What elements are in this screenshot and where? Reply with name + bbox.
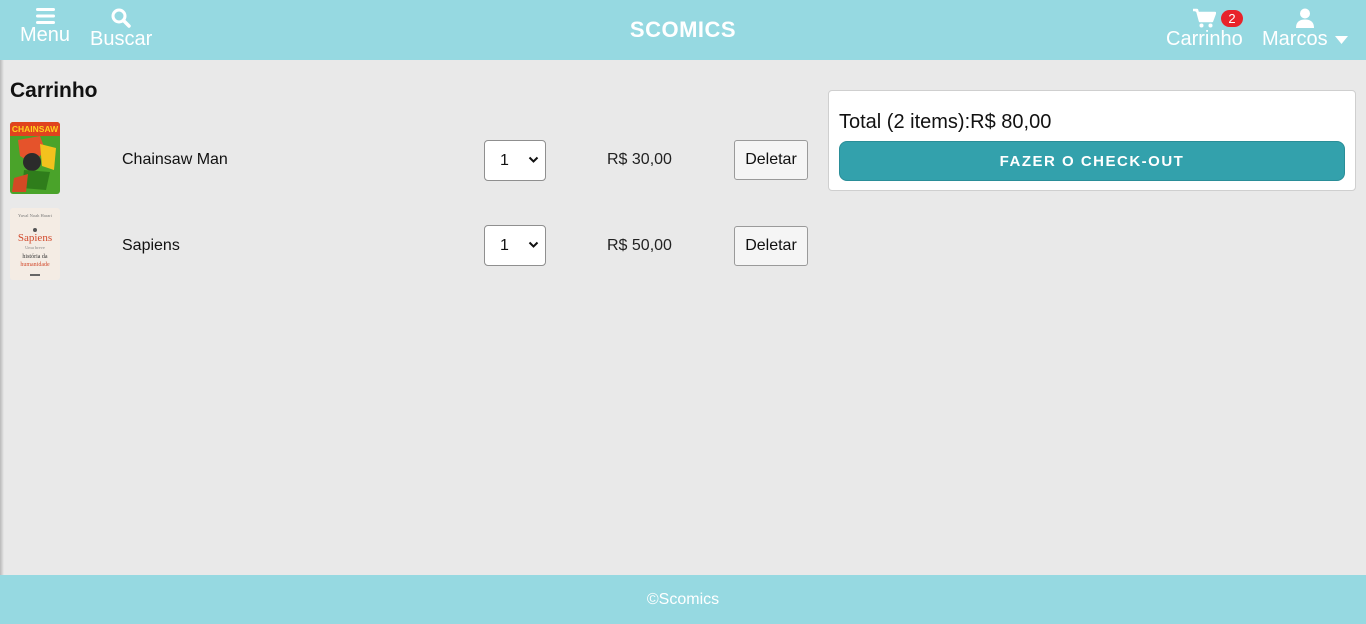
delete-button[interactable]: Deletar (734, 226, 808, 266)
footer: ©Scomics (0, 575, 1366, 624)
quantity-value: 1 (500, 237, 509, 254)
item-name: Sapiens (122, 237, 180, 254)
cart-label: Carrinho (1166, 28, 1243, 50)
page-title: Carrinho (10, 79, 98, 102)
cover-title-text: Sapiens (18, 232, 52, 244)
order-summary-card: Total (2 items):R$ 80,00 FAZER O CHECK-O… (828, 90, 1356, 191)
sapiens-cover[interactable]: Yuval Noah Harari Sapiens Uma breve hist… (10, 208, 60, 280)
cover-title-text: CHAINSAW (12, 124, 59, 134)
cover-author-text: Yuval Noah Harari (18, 213, 53, 218)
cart-icon (1193, 8, 1217, 28)
cart-item-row: Yuval Noah Harari Sapiens Uma breve hist… (10, 208, 810, 282)
chevron-down-icon (528, 241, 539, 248)
delete-button[interactable]: Deletar (734, 140, 808, 180)
user-icon (1296, 8, 1315, 28)
page-edge-shadow (0, 60, 4, 575)
quantity-value: 1 (500, 152, 509, 169)
quantity-select[interactable]: 1 (484, 140, 546, 181)
checkout-button[interactable]: FAZER O CHECK-OUT (839, 141, 1345, 181)
order-total: Total (2 items):R$ 80,00 (839, 111, 1052, 133)
chevron-down-icon (528, 156, 539, 163)
chainsaw-man-cover[interactable]: CHAINSAW (10, 122, 60, 194)
user-name: Marcos (1262, 28, 1328, 50)
cart-item-row: CHAINSAW Chainsaw Man 1 R$ 30,00 Deletar (10, 122, 810, 196)
cover-line1-text: história da (22, 254, 47, 260)
footer-copyright: ©Scomics (646, 591, 720, 608)
item-price: R$ 30,00 (607, 151, 672, 168)
item-price: R$ 50,00 (607, 237, 672, 254)
user-menu-button[interactable]: Marcos (1262, 8, 1349, 50)
brand-title[interactable]: SCOMICS (0, 17, 1366, 43)
cart-count-badge: 2 (1221, 10, 1243, 27)
user-label: Marcos (1262, 28, 1349, 50)
item-name: Chainsaw Man (122, 151, 228, 168)
top-navbar: Menu Buscar SCOMICS Carrinho 2 Marcos (0, 0, 1366, 60)
cover-line2-text: humanidade (20, 262, 50, 268)
caret-down-icon (1335, 35, 1349, 44)
cover-subtitle-text: Uma breve (25, 245, 45, 250)
quantity-select[interactable]: 1 (484, 225, 546, 266)
